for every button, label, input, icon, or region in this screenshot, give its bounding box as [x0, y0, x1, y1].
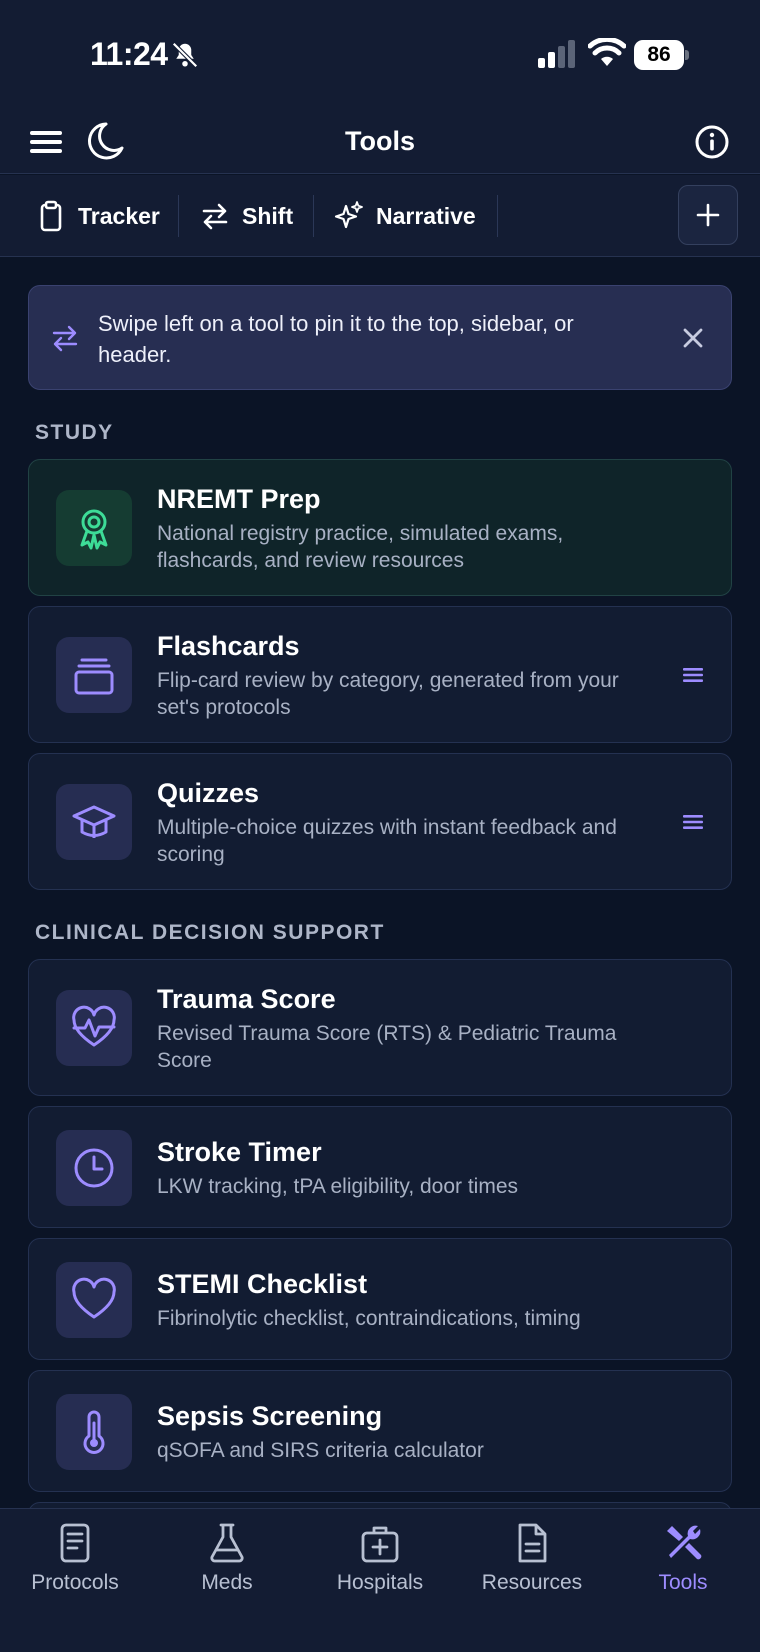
tab-meds[interactable]: Meds [152, 1521, 302, 1595]
tool-card-stemi-checklist[interactable]: STEMI Checklist Fibrinolytic checklist, … [28, 1238, 732, 1360]
tool-card-quizzes[interactable]: Quizzes Multiple-choice quizzes with ins… [28, 753, 732, 890]
tab-label: Protocols [31, 1571, 119, 1594]
thermometer-icon [83, 1410, 105, 1454]
bell-off-icon [172, 42, 198, 68]
pinned-tracker-label: Tracker [78, 202, 160, 229]
award-ribbon-icon [80, 509, 108, 550]
flask-icon [210, 1523, 244, 1563]
tool-description: National registry practice, simulated ex… [157, 522, 564, 572]
tool-title: STEMI Checklist [157, 1269, 368, 1299]
clock-icon [74, 1148, 114, 1188]
pinned-tools-bar: Tracker Shift Narrative [0, 175, 760, 257]
battery-icon: 86 [634, 40, 690, 70]
tool-title: Trauma Score [157, 984, 336, 1014]
tool-icon-tile [56, 637, 132, 713]
tool-card-sepsis-screening[interactable]: Sepsis Screening qSOFA and SIRS criteria… [28, 1370, 732, 1492]
tool-title: Quizzes [157, 778, 260, 808]
tool-description: Multiple-choice quizzes with instant fee… [157, 816, 617, 866]
tool-icon-tile [56, 784, 132, 860]
document-icon [60, 1523, 90, 1563]
tab-label: Hospitals [336, 1571, 424, 1594]
pinned-shift-button[interactable]: Shift [200, 195, 293, 237]
tool-description: qSOFA and SIRS criteria calculator [157, 1439, 484, 1462]
tool-card-trauma-score[interactable]: Trauma Score Revised Trauma Score (RTS) … [28, 959, 732, 1096]
pinned-shift-label: Shift [242, 202, 294, 229]
tool-description: Flip-card review by category, generated … [157, 669, 619, 719]
clipboard-icon [40, 200, 62, 232]
tool-icon-tile [56, 1262, 132, 1338]
tool-description: Fibrinolytic checklist, contraindication… [157, 1307, 581, 1330]
cellular-signal-icon [538, 40, 575, 68]
swap-arrows-icon [202, 203, 228, 230]
info-icon[interactable] [694, 124, 730, 160]
tab-hospitals[interactable]: Hospitals [305, 1521, 455, 1595]
tab-label: Meds [201, 1571, 253, 1594]
app-header: Tools [0, 110, 760, 174]
tool-title: NREMT Prep [157, 484, 321, 514]
section-label-clinical-decision-support: CLINICAL DECISION SUPPORT [35, 921, 385, 944]
pinned-narrative-label: Narrative [376, 202, 476, 229]
status-bar: 11:24 86 [0, 0, 760, 110]
tool-icon-tile [56, 1394, 132, 1470]
tab-tools[interactable]: Tools [608, 1521, 758, 1595]
tab-label: Resources [481, 1571, 583, 1594]
status-time: 11:24 [90, 36, 168, 72]
sparkles-icon [334, 201, 363, 229]
drag-handle-icon[interactable] [683, 667, 703, 683]
heart-icon [72, 1277, 116, 1319]
bottom-tab-bar: Protocols Meds Hospitals Resources Tools [0, 1508, 760, 1652]
heart-pulse-icon [72, 1005, 116, 1047]
tool-card-stroke-timer[interactable]: Stroke Timer LKW tracking, tPA eligibili… [28, 1106, 732, 1228]
tool-icon-tile [56, 1130, 132, 1206]
tool-icon-tile [56, 490, 132, 566]
file-text-icon [518, 1523, 547, 1563]
pinned-tracker-button[interactable]: Tracker [36, 195, 160, 237]
tool-title: Stroke Timer [157, 1137, 322, 1167]
plus-icon [696, 203, 720, 227]
pin-tip-banner: Swipe left on a tool to pin it to the to… [28, 285, 732, 390]
tab-resources[interactable]: Resources [457, 1521, 607, 1595]
close-icon[interactable] [681, 326, 705, 350]
graduation-cap-icon [72, 805, 116, 838]
page-title: Tools [345, 126, 415, 156]
tab-protocols[interactable]: Protocols [0, 1521, 150, 1595]
tool-description: Revised Trauma Score (RTS) & Pediatric T… [157, 1022, 617, 1072]
tool-title: Flashcards [157, 631, 300, 661]
pinned-narrative-button[interactable]: Narrative [334, 195, 476, 237]
tool-card-flashcards[interactable]: Flashcards Flip-card review by category,… [28, 606, 732, 743]
tools-icon [667, 1525, 702, 1560]
tool-title: Sepsis Screening [157, 1401, 383, 1431]
tool-description: LKW tracking, tPA eligibility, door time… [157, 1175, 519, 1198]
add-pinned-tool-button[interactable] [678, 185, 738, 245]
battery-level: 86 [634, 40, 684, 70]
section-label-study: STUDY [35, 421, 114, 444]
tab-label: Tools [658, 1571, 708, 1594]
card-stack-icon [74, 658, 114, 695]
tool-icon-tile [56, 990, 132, 1066]
tip-text: Swipe left on a tool to pin it to the to… [98, 311, 574, 367]
wifi-icon [588, 38, 626, 66]
medical-kit-icon [361, 1526, 399, 1563]
drag-handle-icon[interactable] [683, 814, 703, 830]
tool-card-nremt-prep[interactable]: NREMT Prep National registry practice, s… [28, 459, 732, 596]
swap-arrows-icon [52, 325, 78, 352]
